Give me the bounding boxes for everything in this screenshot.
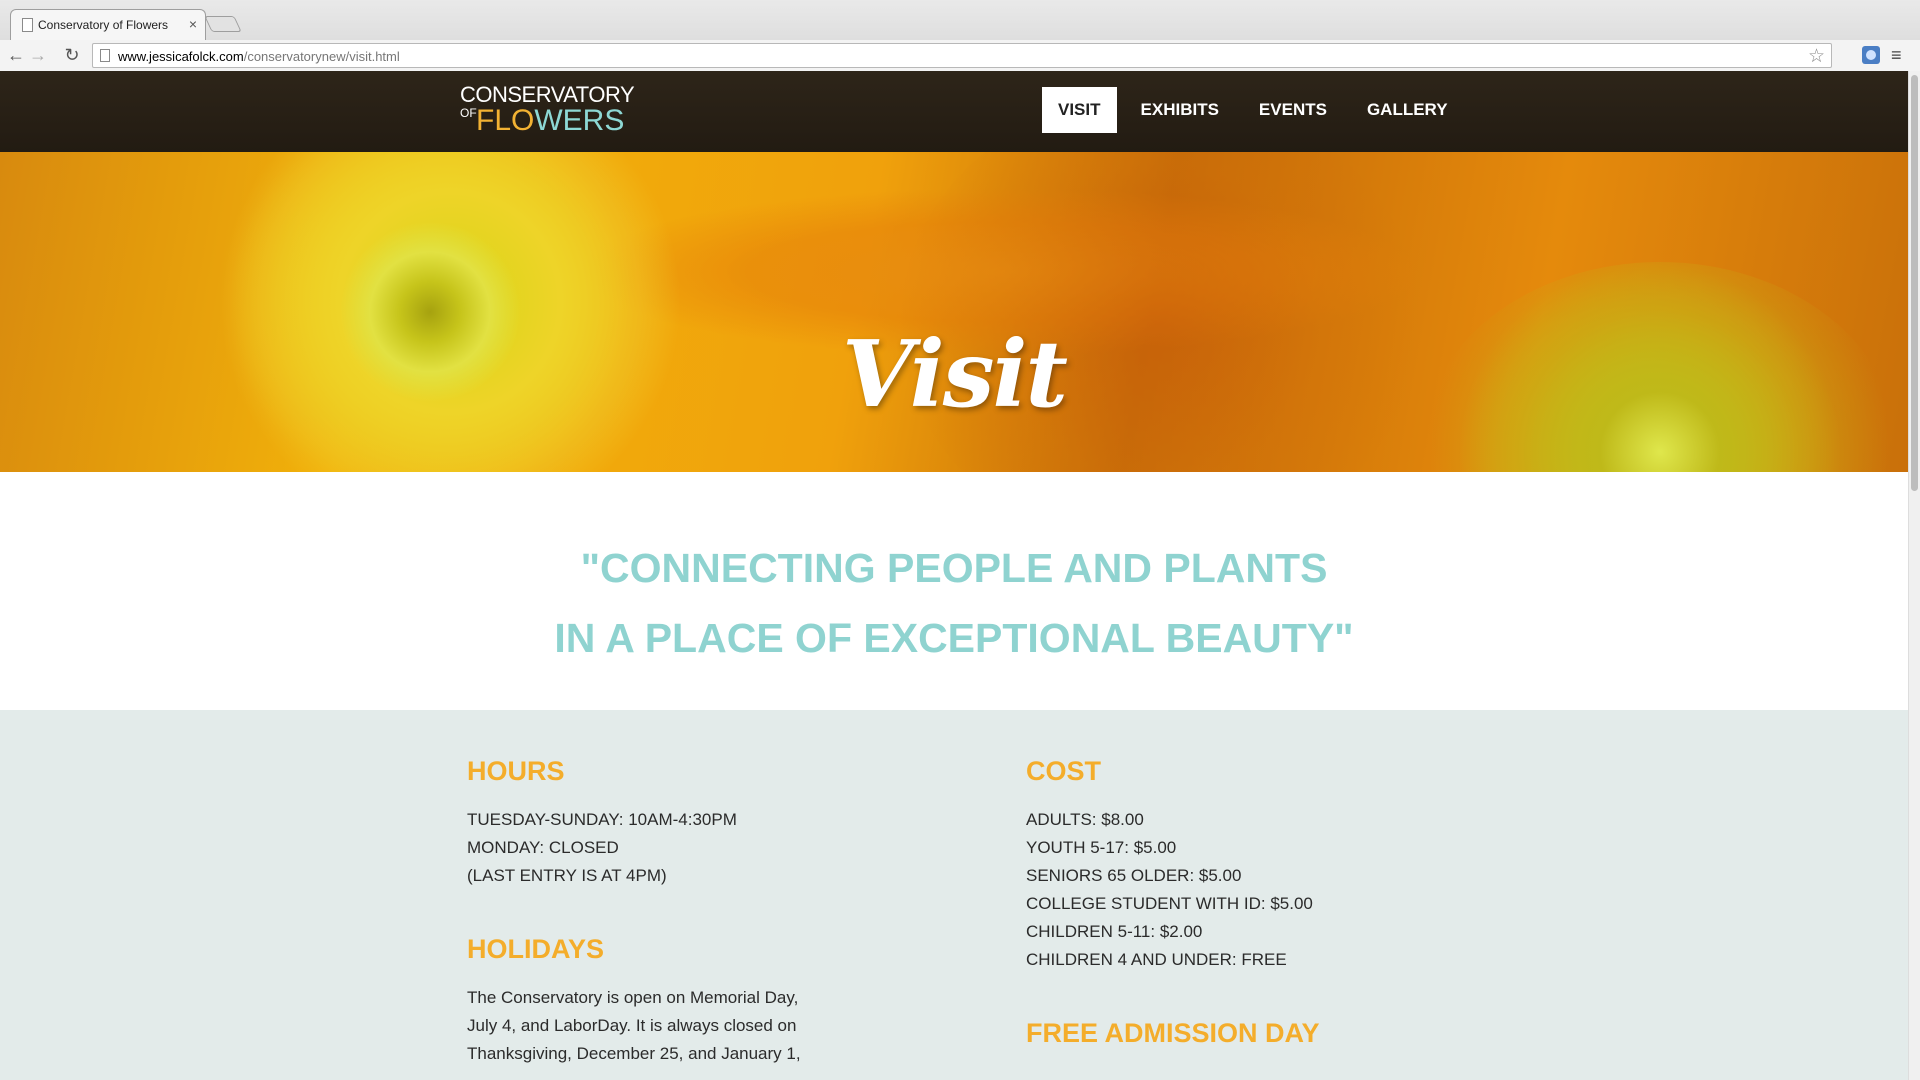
- hours-line: (LAST ENTRY IS AT 4PM): [467, 866, 667, 885]
- cost-line: CHILDREN 5-11: $2.00: [1026, 922, 1203, 941]
- main-nav: VISIT EXHIBITS EVENTS GALLERY: [1042, 87, 1472, 133]
- browser-chrome: Conservatory of Flowers × ← → ↻ www.jess…: [0, 0, 1920, 71]
- tab-title: Conservatory of Flowers: [38, 18, 169, 32]
- page-title: Visit: [842, 320, 1068, 428]
- logo-flowers-cool: WERS: [534, 104, 625, 137]
- nav-item-events[interactable]: EVENTS: [1243, 87, 1343, 133]
- site-logo[interactable]: CONSERVATORY OF FLOWERS: [460, 84, 635, 136]
- visit-info-section: HOURS TUESDAY-SUNDAY: 10AM-4:30PM MONDAY…: [0, 710, 1908, 1080]
- logo-text-flowers: FLOWERS: [476, 106, 624, 136]
- browser-toolbar: ← → ↻ www.jessicafolck.com/conservatoryn…: [0, 40, 1920, 71]
- extension-icon[interactable]: [1862, 46, 1880, 64]
- page-icon: [22, 18, 33, 32]
- new-tab-button[interactable]: [204, 16, 242, 32]
- nav-item-exhibits[interactable]: EXHIBITS: [1125, 87, 1235, 133]
- cost-heading: COST: [1026, 756, 1102, 786]
- tab-strip: Conservatory of Flowers ×: [0, 0, 1920, 40]
- nav-item-visit[interactable]: VISIT: [1042, 87, 1117, 133]
- holidays-text-line: The Conservatory is open on Memorial Day…: [467, 988, 799, 1007]
- forward-arrow-icon[interactable]: →: [26, 43, 50, 67]
- cost-line: COLLEGE STUDENT WITH ID: $5.00: [1026, 894, 1313, 913]
- hero-banner: Visit: [0, 152, 1908, 472]
- logo-text-of: OF: [460, 106, 477, 120]
- hours-heading: HOURS: [467, 756, 565, 786]
- cost-line: SENIORS 65 OLDER: $5.00: [1026, 866, 1242, 885]
- holidays-text-line: Thanksgiving, December 25, and January 1…: [467, 1044, 801, 1063]
- browser-tab[interactable]: Conservatory of Flowers ×: [10, 9, 206, 40]
- page-icon: [100, 49, 110, 62]
- page-viewport: CONSERVATORY OF FLOWERS VISIT EXHIBITS E…: [0, 71, 1908, 1080]
- page-scrollbar[interactable]: [1908, 71, 1920, 1080]
- bookmark-star-icon[interactable]: ☆: [1808, 45, 1825, 68]
- holidays-text-line: July 4, and LaborDay. It is always close…: [467, 1016, 797, 1035]
- cost-line: CHILDREN 4 AND UNDER: FREE: [1026, 950, 1287, 969]
- reload-icon[interactable]: ↻: [60, 43, 84, 67]
- tagline-line-1: "CONNECTING PEOPLE AND PLANTS: [580, 545, 1328, 591]
- hours-line: TUESDAY-SUNDAY: 10AM-4:30PM: [467, 810, 737, 829]
- nav-item-gallery[interactable]: GALLERY: [1351, 87, 1464, 133]
- free-admission-heading: FREE ADMISSION DAY: [1026, 1018, 1320, 1048]
- holidays-heading: HOLIDAYS: [467, 934, 605, 964]
- url-path: /conservatorynew/visit.html: [243, 49, 400, 64]
- close-icon[interactable]: ×: [189, 16, 197, 32]
- site-header: CONSERVATORY OF FLOWERS VISIT EXHIBITS E…: [0, 71, 1908, 152]
- url-text[interactable]: www.jessicafolck.com/conservatorynew/vis…: [118, 49, 400, 64]
- url-host: www.jessicafolck.com: [118, 49, 244, 64]
- logo-text-conservatory: CONSERVATORY: [460, 82, 635, 107]
- back-arrow-icon[interactable]: ←: [4, 43, 28, 67]
- address-bar[interactable]: www.jessicafolck.com/conservatorynew/vis…: [92, 43, 1832, 68]
- tagline: "CONNECTING PEOPLE AND PLANTS IN A PLACE…: [0, 533, 1908, 673]
- menu-icon[interactable]: ≡: [1891, 45, 1902, 66]
- scrollbar-thumb[interactable]: [1911, 75, 1918, 491]
- tagline-line-2: IN A PLACE OF EXCEPTIONAL BEAUTY": [554, 615, 1354, 661]
- hours-line: MONDAY: CLOSED: [467, 838, 619, 857]
- logo-flowers-warm: FLO: [476, 104, 535, 137]
- cost-line: YOUTH 5-17: $5.00: [1026, 838, 1177, 857]
- cost-line: ADULTS: $8.00: [1026, 810, 1144, 829]
